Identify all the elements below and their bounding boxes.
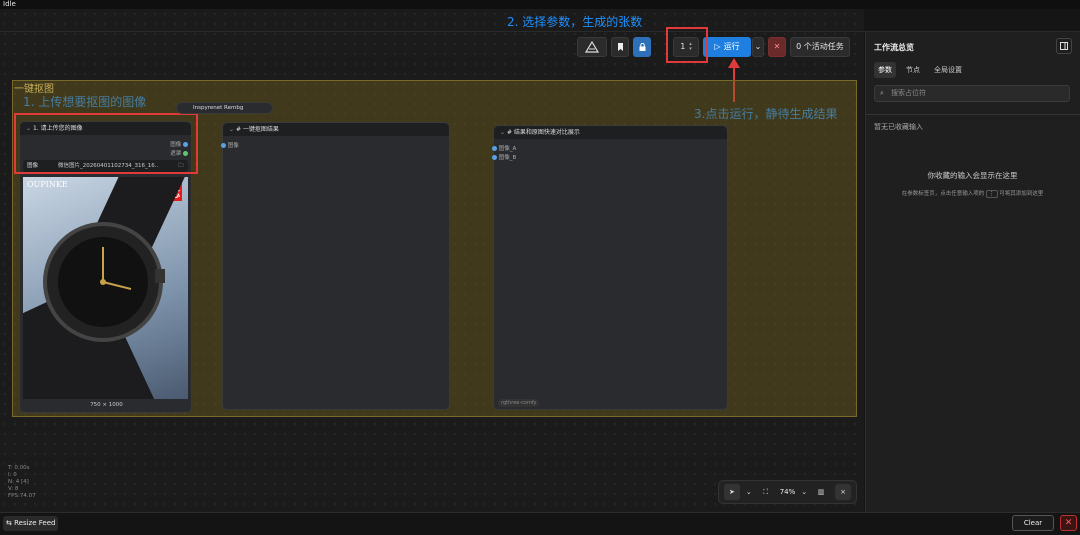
workflow-overview-panel (865, 32, 1080, 512)
node-compare-title: # 结果和原图快速对比展示 (506, 129, 580, 136)
play-icon: ▷ (714, 42, 721, 51)
sidebar-toggle-icon (1060, 42, 1068, 50)
resize-label: Resize Feed (14, 519, 56, 527)
stat-line: FPS:74.07 (8, 493, 36, 499)
lock-button[interactable] (633, 36, 651, 57)
node-rembg-title: Inspyrenet Rembg (193, 105, 244, 111)
active-tasks-button[interactable]: 0 个活动任务 (790, 36, 850, 57)
search-placeholder: 搜索占位符 (891, 89, 926, 97)
input-image-a-port[interactable]: 图像_A (492, 144, 516, 152)
port-dot (492, 146, 497, 151)
empty-state-title: 你收藏的输入会显示在这里 (927, 171, 1018, 180)
collapse-icon[interactable]: ⌄ (500, 129, 505, 136)
tab-params[interactable]: 参数 (874, 62, 896, 78)
close-icon: ✕ (1064, 518, 1073, 528)
search-icon: ⌕ (880, 89, 884, 97)
panel-toggle-button[interactable] (1056, 38, 1072, 54)
stop-button[interactable]: ✕ (768, 36, 786, 57)
close-icon: ✕ (773, 42, 781, 51)
port-label: 图像_A (498, 146, 517, 152)
uploaded-image-preview: OUPINKE 进口机芯 (23, 177, 188, 399)
zoom-level[interactable]: 74% (780, 488, 796, 496)
highlight-upload (14, 113, 198, 174)
annotation-step2: 2. 选择参数，生成的张数 (507, 15, 643, 29)
map-icon[interactable]: ▥ (813, 484, 829, 500)
collapse-icon[interactable]: ⌄ (229, 126, 234, 133)
group-title: 一键抠图 (14, 84, 54, 95)
image-size-label: 750 × 1000 (90, 402, 123, 408)
stat-line: N: 4 [4] (8, 479, 29, 485)
node-compare-header[interactable]: ⌄ # 结果和原图快速对比展示 (494, 126, 727, 139)
stat-line: T: 0.00s (8, 465, 30, 471)
port-label: 图像 (227, 143, 239, 149)
run-options-button[interactable]: ⌄ (752, 36, 764, 57)
panel-divider (865, 114, 1080, 115)
run-button[interactable]: ▷ 运行 (703, 36, 751, 57)
lock-icon (639, 42, 645, 51)
select-tool-button[interactable]: ➤ (724, 484, 740, 500)
hint-text: 可将其添加到这里 (999, 191, 1044, 197)
close-feed-button[interactable]: ✕ (1060, 515, 1077, 531)
port-dot (221, 143, 226, 148)
bottom-bar (0, 512, 1080, 535)
resize-feed-button[interactable]: ⇆ Resize Feed (3, 516, 59, 531)
port-label: 图像_B (498, 155, 517, 161)
node-inspyrenet-rembg[interactable]: Inspyrenet Rembg (176, 102, 273, 114)
tab-nodes[interactable]: 节点 (902, 62, 924, 78)
hint-text: 在参数标签页，点击任意输入项的 (901, 191, 985, 197)
window-title: Idle (0, 0, 1080, 9)
node-result-preview[interactable]: ⌄ # 一键抠图结果 图像 (221, 122, 450, 410)
node-image-compare[interactable]: ⌄ # 结果和原图快速对比展示 图像_A 图像_B rgthree-comfy (492, 125, 728, 410)
app-logo-icon (585, 40, 599, 53)
node-result-header[interactable]: ⌄ # 一键抠图结果 (223, 123, 449, 136)
workflow-toolbar: 1 ▴ ▾ ▷ 运行 ⌄ ✕ 0 个活动任务 (577, 35, 850, 58)
run-label: 运行 (723, 42, 740, 51)
stat-line: V: 8 (8, 486, 19, 492)
node-result-title: # 一键抠图结果 (235, 126, 279, 133)
fit-view-button[interactable]: ⛶ (758, 484, 774, 500)
chevron-down-icon[interactable]: ⌄ (801, 488, 807, 496)
render-stats: T: 0.00s I: 0 N: 4 [4] V: 8 FPS:74.07 (8, 465, 36, 500)
input-image-b-port[interactable]: 图像_B (492, 153, 516, 161)
bookmark-button[interactable] (611, 36, 629, 57)
resize-icon: ⇆ (6, 519, 12, 527)
logo-button[interactable] (577, 36, 607, 57)
chevron-down-icon[interactable]: ⌄ (746, 488, 752, 496)
port-dot (492, 155, 497, 160)
node-source-badge: rgthree-comfy (498, 399, 540, 407)
panel-title: 工作流总览 (874, 43, 914, 52)
clear-button[interactable]: Clear (1012, 515, 1054, 531)
link-visibility-icon[interactable]: ⨯ (835, 484, 851, 500)
chevron-down-icon: ⌄ (754, 42, 762, 51)
highlight-count (666, 27, 708, 63)
bookmark-icon (617, 42, 623, 51)
tab-global-settings[interactable]: 全局设置 (930, 62, 966, 78)
canvas-controls: ➤ ⌄ ⛶ 74% ⌄ ▥ ⨯ (718, 480, 857, 504)
panel-search-input[interactable]: ⌕ 搜索占位符 (874, 85, 1070, 102)
input-image-port[interactable]: 图像 (221, 141, 239, 149)
no-favorites-label: 暂无已收藏输入 (874, 123, 923, 131)
watch-illustration (23, 177, 186, 399)
more-options-icon: ⋮ (986, 190, 998, 198)
stat-line: I: 0 (8, 472, 17, 478)
panel-tabs: 参数 节点 全局设置 (874, 62, 966, 78)
empty-state-hint: 在参数标签页，点击任意输入项的 ⋮ 可将其添加到这里 (865, 189, 1080, 198)
